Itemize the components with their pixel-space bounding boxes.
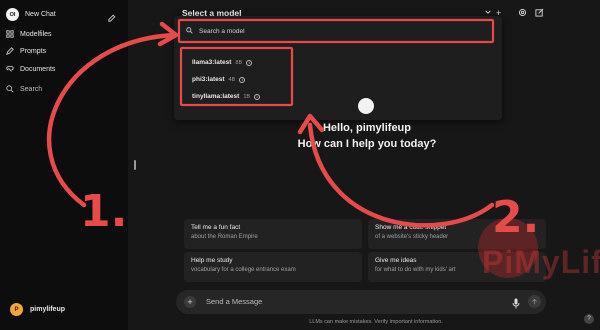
help-button[interactable]: ? [584,314,594,324]
suggestion-card[interactable]: Help me study vocabulary for a college e… [184,252,362,282]
model-name: llama3:latest [192,59,232,66]
info-icon[interactable]: i [254,93,261,100]
sidebar-search[interactable]: Search [6,85,42,93]
documents-icon [6,65,14,73]
suggestion-title: Help me study [191,257,233,264]
new-chat-button[interactable]: OI New Chat [6,8,56,21]
greeting-subtitle: How can I help you today? [297,138,437,150]
model-size: 8B [235,59,243,66]
model-list: llama3:latest 8B i phi3:latest 4B i tiny… [192,54,261,105]
new-chat-icon[interactable] [535,8,544,17]
info-icon[interactable]: i [246,59,253,66]
attach-plus-button[interactable]: + [184,296,196,308]
new-chat-edit-icon[interactable] [108,9,116,27]
user-menu[interactable]: P pimylifeup [10,303,65,316]
sidebar-item-prompts[interactable]: Prompts [6,47,46,55]
sidebar-collapse-handle[interactable] [134,160,136,170]
greeting-title: Hello, pimylifeup [322,122,411,134]
suggestion-subtitle: vocabulary for a college entrance exam [191,267,296,273]
user-name: pimylifeup [30,306,66,313]
model-size: 4B [228,76,236,83]
search-icon [6,85,14,93]
avatar: P [10,303,23,316]
microphone-icon[interactable] [512,296,520,314]
suggestion-card[interactable]: Tell me a fun fact about the Roman Empir… [184,219,362,249]
model-search-placeholder: Search a model [199,28,245,35]
sidebar-item-label: Documents [20,65,56,73]
suggestion-card[interactable]: Give me ideas for what to do with my kid… [368,252,546,282]
pen-icon [6,47,14,55]
sidebar-search-label: Search [20,85,43,93]
suggestion-title: Give me ideas [375,257,417,264]
settings-icon[interactable] [518,8,527,17]
annotation-step-1: 1. [80,186,128,237]
model-name: tinyllama:latest [192,93,240,100]
model-option-tinyllama[interactable]: tinyllama:latest 1B i [192,88,261,105]
model-chevron-down-icon[interactable] [484,8,492,16]
model-option-llama3[interactable]: llama3:latest 8B i [192,54,260,71]
model-name: phi3:latest [192,76,225,83]
greeting-logo [358,98,374,114]
suggestion-subtitle: about the Roman Empire [191,234,258,240]
suggestion-subtitle: for what to do with my kids' art [375,267,456,273]
new-chat-label: New Chat [25,11,56,18]
modelfiles-icon [6,30,14,38]
send-button[interactable] [528,295,541,308]
sidebar-item-documents[interactable]: Documents [6,65,55,73]
model-option-phi3[interactable]: phi3:latest 4B i [192,71,260,88]
model-search-input[interactable]: Search a model [186,27,245,36]
message-input[interactable]: Send a Message [206,297,262,306]
sidebar-item-label: Prompts [20,47,47,55]
suggestion-title: Tell me a fun fact [191,224,241,231]
sidebar-item-modelfiles[interactable]: Modelfiles [6,30,52,38]
model-size: 1B [243,93,251,100]
annotation-step-2: 2. [492,192,540,243]
disclaimer-text: LLMs can make mistakes. Verify important… [309,319,443,325]
sidebar-item-label: Modelfiles [20,30,52,38]
info-icon[interactable]: i [239,76,246,83]
search-icon [186,27,193,36]
app-logo: OI [6,8,19,21]
